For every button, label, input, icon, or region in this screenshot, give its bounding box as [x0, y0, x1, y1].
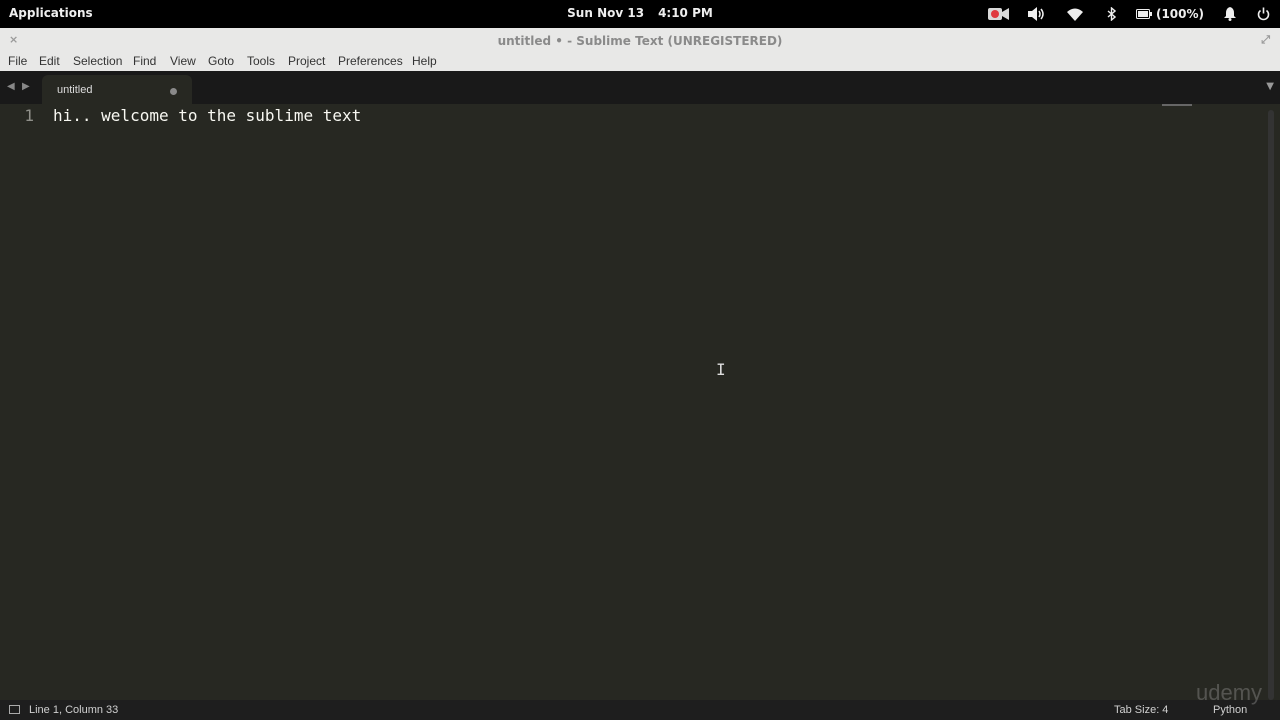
tab-list-dropdown-icon[interactable]: ▼ — [1266, 81, 1274, 92]
battery-icon — [1135, 9, 1152, 19]
text-cursor-icon: I — [716, 360, 726, 379]
power-icon[interactable] — [1246, 0, 1280, 28]
date-label: Sun Nov 13 — [567, 6, 645, 20]
status-bar: Line 1, Column 33 Tab Size: 4 Python — [0, 700, 1280, 720]
wifi-icon[interactable] — [1056, 0, 1094, 28]
menu-bar: File Edit Selection Find View Goto Tools… — [0, 54, 1280, 71]
tab-label: untitled — [57, 84, 93, 96]
system-top-bar: Applications Sun Nov 13 4:10 PM (100%) — [0, 0, 1280, 28]
panel-toggle-icon[interactable] — [9, 705, 20, 714]
tab-untitled[interactable]: untitled — [42, 75, 192, 104]
menu-view[interactable]: View — [170, 54, 196, 68]
menu-edit[interactable]: Edit — [39, 54, 60, 68]
battery-percent: (100%) — [1155, 7, 1204, 21]
udemy-watermark: udemy — [1196, 680, 1263, 705]
maximize-window-button[interactable]: ⤢ — [1261, 33, 1270, 47]
tab-prev-icon[interactable]: ◀ — [7, 81, 15, 92]
cursor-position: Line 1, Column 33 — [29, 704, 119, 716]
line-number: 1 — [24, 106, 34, 125]
volume-icon[interactable] — [1018, 0, 1056, 28]
menu-file[interactable]: File — [8, 54, 27, 68]
menu-find[interactable]: Find — [133, 54, 156, 68]
modified-indicator-icon[interactable] — [170, 88, 177, 95]
menu-tools[interactable]: Tools — [247, 54, 275, 68]
tab-bar: ◀ ▶ untitled ▼ — [0, 71, 1280, 104]
line-gutter: 1 — [0, 104, 46, 700]
bluetooth-icon[interactable] — [1094, 0, 1130, 28]
minimap-viewport[interactable] — [1162, 104, 1192, 106]
bell-icon[interactable] — [1214, 0, 1246, 28]
time-label: 4:10 PM — [658, 6, 713, 20]
battery-indicator[interactable]: (100%) — [1130, 0, 1214, 28]
tab-size-selector[interactable]: Tab Size: 4 — [1114, 704, 1168, 716]
code-line[interactable]: hi.. welcome to the sublime text — [53, 106, 361, 125]
tab-next-icon[interactable]: ▶ — [22, 81, 30, 92]
window-title-bar[interactable]: × untitled • - Sublime Text (UNREGISTERE… — [0, 28, 1280, 54]
record-icon[interactable] — [980, 0, 1018, 28]
menu-selection[interactable]: Selection — [73, 54, 122, 68]
menu-project[interactable]: Project — [288, 54, 325, 68]
menu-preferences[interactable]: Preferences — [338, 54, 403, 68]
window-title: untitled • - Sublime Text (UNREGISTERED) — [497, 34, 783, 48]
editor-area[interactable]: 1 hi.. welcome to the sublime text I — [0, 104, 1280, 700]
menu-help[interactable]: Help — [412, 54, 437, 68]
system-tray: (100%) — [980, 0, 1280, 28]
vertical-scrollbar[interactable] — [1268, 110, 1274, 700]
menu-goto[interactable]: Goto — [208, 54, 234, 68]
